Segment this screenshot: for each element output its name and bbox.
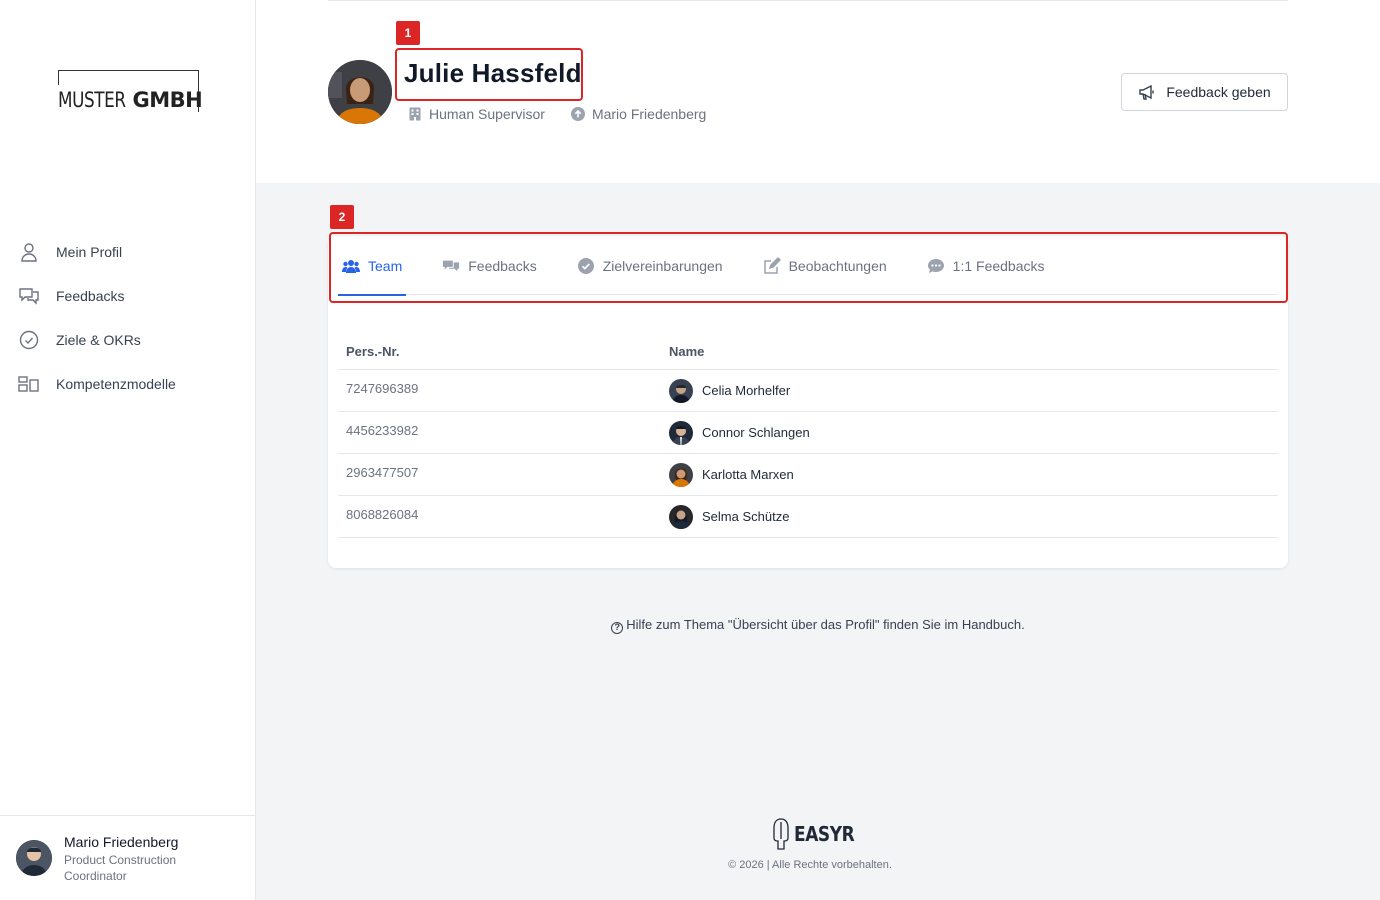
- sidebar-nav: Mein Profil Feedbacks Ziele & OKRs Kompe…: [0, 230, 255, 406]
- company-logo[interactable]: MUSTER GMBH: [58, 70, 203, 112]
- building-icon: [408, 107, 422, 121]
- sidebar-item-label: Feedbacks: [56, 288, 125, 304]
- table-row[interactable]: 7247696389 Celia Morhelfer: [338, 370, 1278, 412]
- sidebar-item-feedbacks[interactable]: Feedbacks: [0, 274, 255, 318]
- team-card: Team Feedbacks Zielvereinbarungen Beobac…: [328, 236, 1288, 568]
- footer-logo: EASYR: [772, 818, 865, 850]
- cell-nr: 2963477507: [346, 465, 419, 480]
- feedback-geben-button[interactable]: Feedback geben: [1121, 73, 1288, 111]
- avatar: [669, 378, 693, 403]
- logo-bold-text: GMBH: [132, 88, 203, 112]
- sidebar-item-mein-profil[interactable]: Mein Profil: [0, 230, 255, 274]
- sidebar-item-label: Kompetenzmodelle: [56, 376, 176, 392]
- team-table: Pers.-Nr. Name 7247696389 Celia Morhelfe…: [338, 334, 1278, 538]
- footer-logo-text: EASYR: [794, 822, 855, 846]
- sidebar-item-label: Ziele & OKRs: [56, 332, 141, 348]
- user-name: Mario Friedenberg: [64, 834, 179, 850]
- annotation-tag-1: 1: [396, 21, 420, 45]
- users-icon: [342, 257, 360, 275]
- help-text[interactable]: ? Hilfe zum Thema "Übersicht über das Pro…: [256, 617, 1380, 634]
- profile-meta: Human Supervisor Mario Friedenberg: [408, 106, 732, 122]
- tab-zielvereinbarungen[interactable]: Zielvereinbarungen: [573, 236, 727, 295]
- arrow-up-circle-icon: [570, 107, 585, 121]
- cell-nr: 7247696389: [346, 381, 419, 396]
- comments-icon: [442, 257, 460, 275]
- table-row[interactable]: 8068826084 Selma Schütze: [338, 496, 1278, 538]
- sidebar-item-label: Mein Profil: [56, 244, 123, 260]
- logo-light-text: MUSTER: [58, 88, 126, 112]
- sidebar-item-kompetenzmodelle[interactable]: Kompetenzmodelle: [0, 362, 255, 406]
- tab-beobachtungen[interactable]: Beobachtungen: [759, 236, 891, 295]
- sidebar-item-ziele-okrs[interactable]: Ziele & OKRs: [0, 318, 255, 362]
- check-circle-icon: [577, 257, 595, 275]
- column-header-nr[interactable]: Pers.-Nr.: [338, 344, 669, 359]
- user-icon: [18, 241, 40, 263]
- grid-icon: [18, 373, 40, 395]
- avatar: [16, 840, 52, 876]
- question-circle-icon: ?: [611, 621, 624, 634]
- check-circle-icon: [18, 329, 40, 351]
- profile-tabs: Team Feedbacks Zielvereinbarungen Beobac…: [338, 236, 1278, 296]
- table-row[interactable]: 4456233982 Connor Schlangen: [338, 412, 1278, 454]
- profile-avatar: [328, 60, 392, 124]
- megaphone-icon: [1138, 84, 1156, 100]
- column-header-name[interactable]: Name: [669, 344, 1278, 359]
- avatar: [669, 504, 693, 529]
- user-role: Product Construction Coordinator: [64, 853, 177, 883]
- cell-nr: 8068826084: [346, 507, 419, 522]
- annotation-tag-2: 2: [330, 205, 354, 229]
- cell-name: Connor Schlangen: [702, 425, 810, 440]
- page-title: Julie Hassfeld: [404, 58, 582, 88]
- table-row[interactable]: 2963477507 Karlotta Marxen: [338, 454, 1278, 496]
- cell-name: Karlotta Marxen: [702, 467, 794, 482]
- chat-bubbles-icon: [18, 285, 40, 307]
- edit-icon: [763, 256, 781, 275]
- avatar: [669, 462, 693, 487]
- sidebar: MUSTER GMBH Mein Profil Feedbacks Ziele &…: [0, 0, 256, 900]
- tab-feedbacks[interactable]: Feedbacks: [438, 236, 540, 295]
- tab-1on1-feedbacks[interactable]: 1:1 Feedbacks: [923, 236, 1049, 295]
- current-user[interactable]: Mario Friedenberg Product Construction C…: [0, 815, 255, 900]
- avatar: [669, 420, 693, 445]
- profile-manager[interactable]: Mario Friedenberg: [570, 106, 706, 122]
- easyr-logo-icon: [773, 818, 789, 850]
- table-header: Pers.-Nr. Name: [338, 334, 1278, 370]
- copyright: © 2026 | Alle Rechte vorbehalten.: [728, 859, 892, 871]
- cell-name: Selma Schütze: [702, 509, 790, 524]
- profile-department: Human Supervisor: [408, 106, 545, 122]
- comment-dots-icon: [927, 257, 945, 275]
- cell-nr: 4456233982: [346, 423, 419, 438]
- tab-team[interactable]: Team: [338, 236, 407, 296]
- profile-header: Julie Hassfeld Human Supervisor Mario Fr…: [256, 0, 1380, 183]
- cell-name: Celia Morhelfer: [702, 383, 791, 398]
